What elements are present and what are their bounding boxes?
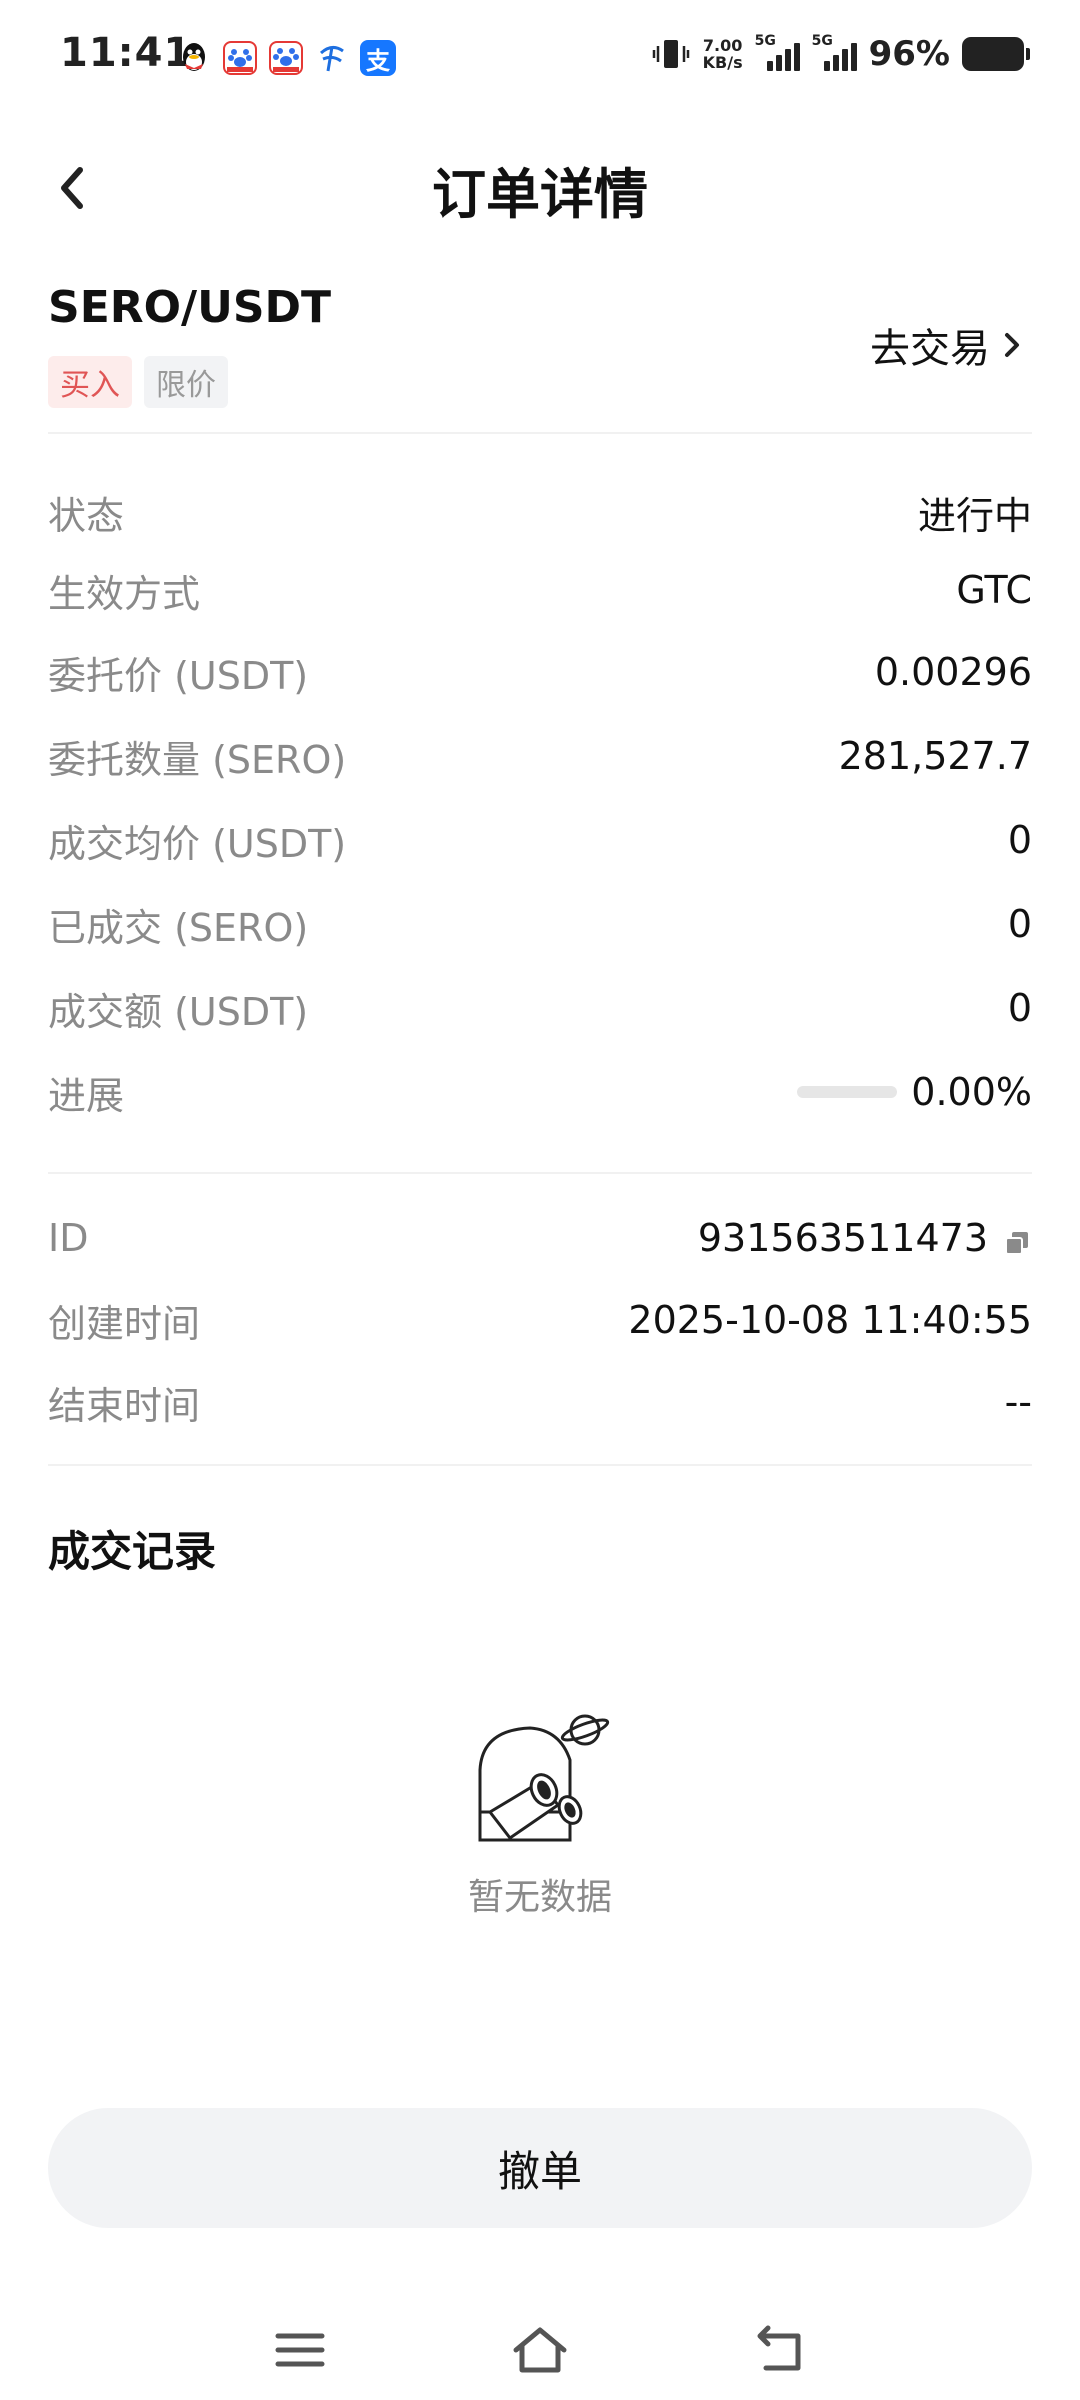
- system-nav-bar: [0, 2300, 1080, 2400]
- china-telecom-icon: [314, 40, 350, 76]
- home-icon: [513, 2327, 567, 2373]
- divider: [48, 1172, 1032, 1174]
- meta-key: ID: [48, 1216, 89, 1260]
- back-nav-button[interactable]: [750, 2320, 810, 2380]
- detail-value: 281,527.7: [838, 734, 1032, 778]
- detail-key: 进展: [48, 1073, 125, 1118]
- status-time: 11:41: [60, 30, 193, 76]
- page-title: 订单详情: [432, 163, 648, 226]
- trading-pair: SERO/USDT: [48, 282, 332, 333]
- meta-value: 2025-10-08 11:40:55: [628, 1298, 1032, 1342]
- detail-value: 0: [1007, 818, 1032, 862]
- alipay-icon: 支: [360, 40, 396, 76]
- detail-key: 委托数量 (SERO): [48, 737, 347, 782]
- copy-icon[interactable]: [1002, 1223, 1032, 1255]
- menu-button[interactable]: [270, 2320, 330, 2380]
- go-trade-link[interactable]: 去交易: [870, 316, 1024, 374]
- status-bar: 11:41 支 7.00 KB/s 5G 5G 96%: [0, 0, 1080, 120]
- nav-bar: 订单详情: [0, 120, 1080, 250]
- divider: [48, 432, 1032, 434]
- meta-row-created: 创建时间 2025-10-08 11:40:55: [48, 1290, 1032, 1350]
- meta-row-id: ID 931563511473: [48, 1208, 1032, 1268]
- detail-key: 成交额 (USDT): [48, 989, 309, 1034]
- meta-key: 结束时间: [48, 1383, 201, 1428]
- progress-bar: [797, 1086, 898, 1098]
- detail-value: 0: [1007, 902, 1032, 946]
- detail-row-turnover: 成交额 (USDT) 0: [48, 978, 1032, 1038]
- detail-row-filled: 已成交 (SERO) 0: [48, 894, 1032, 954]
- meta-value-group: 931563511473: [698, 1216, 1032, 1260]
- detail-value: 进行中: [917, 493, 1032, 538]
- vibrate-icon: [652, 40, 689, 68]
- detail-key: 委托价 (USDT): [48, 653, 309, 698]
- side-badge: 买入: [48, 356, 132, 408]
- chevron-right-icon: [1005, 333, 1019, 357]
- detail-row-price: 委托价 (USDT) 0.00296: [48, 642, 1032, 702]
- detail-row-tif: 生效方式 GTC: [48, 560, 1032, 620]
- detail-value: GTC: [956, 568, 1032, 612]
- meta-key: 创建时间: [48, 1301, 201, 1346]
- notification-icons: 支: [176, 40, 396, 76]
- binoculars-planet-icon: [478, 1714, 610, 1842]
- home-button[interactable]: [510, 2320, 570, 2380]
- back-arrow-icon: [757, 2325, 801, 2371]
- detail-row-amount: 委托数量 (SERO) 281,527.7: [48, 726, 1032, 786]
- go-trade-label: 去交易: [870, 326, 990, 372]
- signal-2-icon: 5G: [812, 33, 857, 71]
- meta-row-ended: 结束时间 --: [48, 1372, 1032, 1432]
- order-tags: 买入 限价: [48, 356, 228, 408]
- detail-key: 成交均价 (USDT): [48, 821, 347, 866]
- order-type-badge: 限价: [144, 356, 228, 408]
- empty-text: 暂无数据: [467, 1877, 612, 1918]
- status-right: 7.00 KB/s 5G 5G 96%: [651, 33, 1030, 74]
- menu-icon: [275, 2333, 325, 2367]
- empty-state: 暂无数据: [0, 1700, 1080, 1920]
- progress-percent: 0.00%: [911, 1070, 1032, 1114]
- qq-icon: [176, 40, 212, 76]
- detail-key: 生效方式: [48, 571, 201, 616]
- detail-row-avg-price: 成交均价 (USDT) 0: [48, 810, 1032, 870]
- trade-records-title: 成交记录: [48, 1527, 217, 1576]
- progress-value-group: 0.00%: [797, 1070, 1032, 1114]
- order-id: 931563511473: [697, 1216, 988, 1260]
- meta-value: --: [1004, 1380, 1032, 1424]
- detail-row-status: 状态 进行中: [48, 482, 1032, 542]
- detail-value: 0.00296: [874, 650, 1032, 694]
- signal-1-icon: 5G: [755, 33, 800, 71]
- detail-key: 状态: [48, 493, 125, 538]
- battery-percent: 96%: [868, 34, 950, 74]
- divider: [48, 1464, 1032, 1466]
- battery-icon: [962, 37, 1030, 71]
- detail-key: 已成交 (SERO): [48, 905, 309, 950]
- detail-row-progress: 进展 0.00%: [48, 1062, 1032, 1122]
- net-speed: 7.00 KB/s: [702, 36, 743, 72]
- cancel-order-button[interactable]: 撤单: [48, 2108, 1032, 2228]
- detail-value: 0: [1007, 986, 1032, 1030]
- baidu-map-icon: [268, 40, 304, 76]
- baidu-netdisk-icon: [222, 40, 258, 76]
